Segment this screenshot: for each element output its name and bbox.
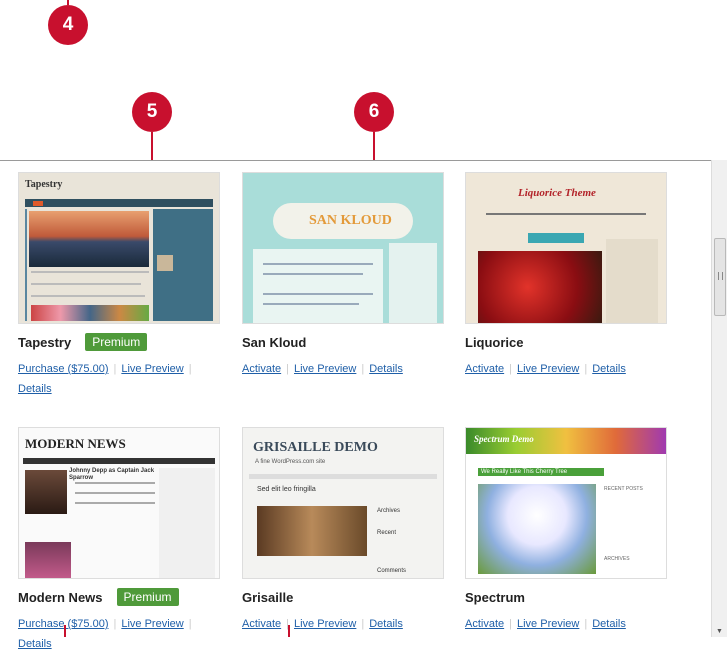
premium-badge: Premium <box>85 333 148 351</box>
details-link[interactable]: Details <box>369 363 403 375</box>
screenshot-sidebar-recent: Recent <box>377 530 397 536</box>
premium-badge: Premium <box>116 588 179 606</box>
theme-card-grisaille: GRISAILLE DEMO A fine WordPress.com site… <box>242 427 444 634</box>
theme-screenshot[interactable]: Liquorice Theme <box>465 172 667 324</box>
live-preview-link[interactable]: Live Preview <box>121 618 183 630</box>
screenshot-title: MODERN NEWS <box>25 436 126 451</box>
theme-name: Liquorice <box>465 334 524 350</box>
live-preview-link[interactable]: Live Preview <box>121 363 183 375</box>
screenshot-post-title: Sed elit leo fringilla <box>257 486 316 493</box>
screenshot-headline: Johnny Depp as Captain Jack Sparrow <box>69 468 155 481</box>
live-preview-link[interactable]: Live Preview <box>294 618 356 630</box>
screenshot-sidebar-comments: Comments <box>377 568 407 574</box>
purchase-link[interactable]: Purchase ($75.00) <box>18 363 109 375</box>
scrollbar-thumb[interactable] <box>714 238 726 316</box>
theme-name: Tapestry <box>18 334 72 350</box>
theme-card-liquorice: Liquorice Theme Liquorice Activate | Live … <box>465 172 667 379</box>
theme-name: San Kloud <box>242 334 307 350</box>
activate-link[interactable]: Activate <box>242 618 281 630</box>
theme-screenshot[interactable]: Spectrum Demo We Really Like This Cherry… <box>465 427 667 579</box>
live-preview-link[interactable]: Live Preview <box>517 618 579 630</box>
details-link[interactable]: Details <box>369 618 403 630</box>
callout-4: 4 <box>48 5 88 45</box>
theme-card-modern-news: MODERN NEWS Johnny Depp as Captain Jack … <box>18 427 220 654</box>
theme-card-spectrum: Spectrum Demo We Really Like This Cherry… <box>465 427 667 634</box>
theme-name: Spectrum <box>465 589 525 605</box>
scroll-down-arrow-icon[interactable]: ▼ <box>716 628 723 635</box>
theme-screenshot[interactable]: MODERN NEWS Johnny Depp as Captain Jack … <box>18 427 220 579</box>
vertical-scrollbar[interactable]: ▼ <box>711 160 727 637</box>
screenshot-post-title: We Really Like This Cherry Tree <box>478 468 604 476</box>
theme-card-tapestry: Tapestry Tapestry Premium Purchase ($75.… <box>18 172 220 399</box>
screenshot-title: GRISAILLE DEMO <box>253 440 378 455</box>
screenshot-title: Tapestry <box>25 179 63 190</box>
theme-name: Grisaille <box>242 589 294 605</box>
screenshot-title: SAN KLOUD <box>309 213 392 228</box>
theme-card-san-kloud: SAN KLOUD San Kloud Activate | Live Previe… <box>242 172 444 379</box>
details-link[interactable]: Details <box>18 383 52 395</box>
activate-link[interactable]: Activate <box>465 618 504 630</box>
theme-name: Modern News <box>18 589 103 605</box>
screenshot-sidebar-archives: ARCHIVES <box>604 556 630 562</box>
callout-leader-bottom-left <box>64 625 66 637</box>
callout-5: 5 <box>132 92 172 132</box>
screenshot-sidebar-archives: Archives <box>377 508 401 514</box>
callout-4-leader <box>67 0 69 5</box>
details-link[interactable]: Details <box>18 638 52 650</box>
screenshot-title: Liquorice Theme <box>518 187 596 199</box>
live-preview-link[interactable]: Live Preview <box>517 363 579 375</box>
callout-6: 6 <box>354 92 394 132</box>
activate-link[interactable]: Activate <box>465 363 504 375</box>
live-preview-link[interactable]: Live Preview <box>294 363 356 375</box>
screenshot-sidebar-recent: RECENT POSTS <box>604 486 643 492</box>
details-link[interactable]: Details <box>592 363 626 375</box>
theme-screenshot[interactable]: SAN KLOUD <box>242 172 444 324</box>
screenshot-title: Spectrum Demo <box>474 434 534 444</box>
theme-screenshot[interactable]: Tapestry <box>18 172 220 324</box>
screenshot-tagline: A fine WordPress.com site <box>255 459 326 465</box>
activate-link[interactable]: Activate <box>242 363 281 375</box>
details-link[interactable]: Details <box>592 618 626 630</box>
theme-screenshot[interactable]: GRISAILLE DEMO A fine WordPress.com site… <box>242 427 444 579</box>
callout-leader-bottom-center <box>288 625 290 637</box>
